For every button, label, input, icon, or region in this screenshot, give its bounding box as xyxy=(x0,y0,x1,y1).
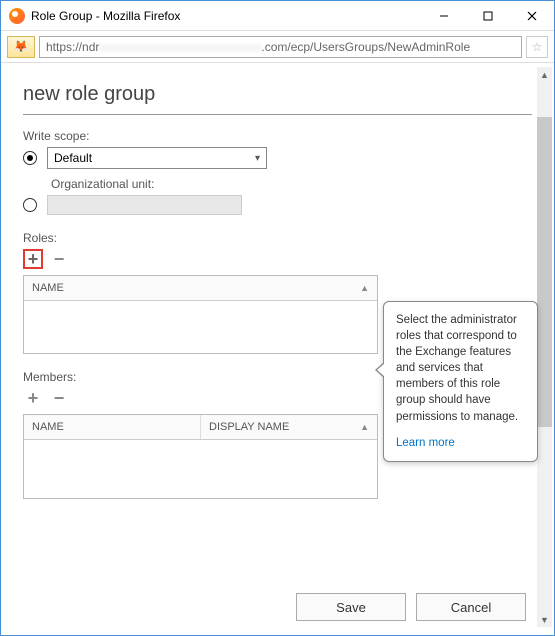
members-col-display[interactable]: DISPLAY NAME ▲ xyxy=(201,415,377,439)
scope-ou-row xyxy=(23,195,532,215)
roles-table: NAME ▲ xyxy=(23,275,378,354)
url-hidden: xxxxxxxxxxxxxxxxxxxxxxxxxxx xyxy=(99,40,261,54)
members-col-display-label: DISPLAY NAME xyxy=(209,421,289,433)
scope-select-value: Default xyxy=(54,151,92,165)
roles-table-body[interactable] xyxy=(24,301,377,353)
bookmark-star-icon[interactable]: ☆ xyxy=(526,36,548,58)
window-titlebar: Role Group - Mozilla Firefox xyxy=(1,1,554,31)
roles-label: Roles: xyxy=(23,231,532,245)
roles-col-name-label: NAME xyxy=(32,282,64,294)
chevron-down-icon: ▾ xyxy=(255,153,260,164)
firefox-icon xyxy=(9,8,25,24)
add-role-button[interactable]: + xyxy=(23,249,43,269)
cancel-label: Cancel xyxy=(451,600,491,615)
learn-more-link[interactable]: Learn more xyxy=(396,435,525,451)
title-divider xyxy=(23,114,532,115)
window-title: Role Group - Mozilla Firefox xyxy=(31,9,422,23)
sort-asc-icon: ▲ xyxy=(360,283,369,293)
write-scope-label: Write scope: xyxy=(23,129,532,143)
site-identity-icon[interactable]: 🦊 xyxy=(7,36,35,58)
ou-label: Organizational unit: xyxy=(51,177,532,191)
address-bar: 🦊 https://ndrxxxxxxxxxxxxxxxxxxxxxxxxxxx… xyxy=(1,31,554,63)
footer-buttons: Save Cancel xyxy=(296,593,526,621)
roles-toolbar: + − xyxy=(23,249,532,269)
ou-input xyxy=(47,195,242,215)
url-field[interactable]: https://ndrxxxxxxxxxxxxxxxxxxxxxxxxxxx.c… xyxy=(39,36,522,58)
minimize-button[interactable] xyxy=(422,1,466,31)
radio-default[interactable] xyxy=(23,151,37,165)
maximize-button[interactable] xyxy=(466,1,510,31)
remove-member-button[interactable]: − xyxy=(49,388,69,408)
remove-role-button[interactable]: − xyxy=(49,249,69,269)
members-table: NAME DISPLAY NAME ▲ xyxy=(23,414,378,499)
window-controls xyxy=(422,1,554,31)
roles-col-name[interactable]: NAME ▲ xyxy=(24,276,377,300)
scope-select[interactable]: Default ▾ xyxy=(47,147,267,169)
scope-default-row: Default ▾ xyxy=(23,147,532,169)
tooltip-text: Select the administrator roles that corr… xyxy=(396,314,518,423)
members-table-body[interactable] xyxy=(24,440,377,498)
roles-table-header: NAME ▲ xyxy=(24,276,377,301)
sort-asc-icon: ▲ xyxy=(360,422,369,432)
save-button[interactable]: Save xyxy=(296,593,406,621)
page-title: new role group xyxy=(23,83,532,106)
url-prefix: https://ndr xyxy=(46,40,99,54)
members-col-name-label: NAME xyxy=(32,421,64,433)
members-col-name[interactable]: NAME xyxy=(24,415,201,439)
radio-ou[interactable] xyxy=(23,198,37,212)
members-table-header: NAME DISPLAY NAME ▲ xyxy=(24,415,377,440)
url-suffix: .com/ecp/UsersGroups/NewAdminRole xyxy=(261,40,470,54)
save-label: Save xyxy=(336,600,366,615)
roles-help-tooltip: Select the administrator roles that corr… xyxy=(383,301,538,462)
close-button[interactable] xyxy=(510,1,554,31)
cancel-button[interactable]: Cancel xyxy=(416,593,526,621)
add-member-button[interactable]: + xyxy=(23,388,43,408)
